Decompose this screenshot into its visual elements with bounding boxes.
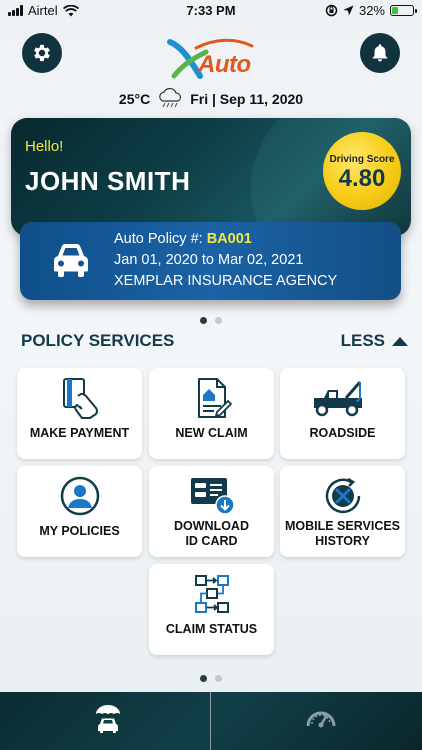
claim-status-flow-icon [194, 575, 229, 613]
my-policies-tile[interactable]: MY POLICIES [17, 466, 142, 557]
bottom-nav [0, 692, 422, 750]
temperature: 25°C [118, 91, 151, 107]
mobile-services-history-label-line1: MOBILE SERVICES [284, 519, 401, 533]
status-bar: Airtel 7:33 PM 32% [0, 0, 422, 22]
user-circle-icon [60, 476, 99, 516]
roadside-label: ROADSIDE [309, 426, 376, 440]
logo-text: Auto [198, 51, 251, 78]
pager-dot-2[interactable] [215, 317, 222, 324]
orientation-lock-icon [325, 4, 338, 17]
policy-card[interactable]: Auto Policy #: BA001 Jan 01, 2020 to Mar… [20, 222, 401, 300]
policy-number-label: Auto Policy #: [114, 231, 207, 247]
less-toggle-label: LESS [340, 331, 385, 350]
services-pager-dot-2[interactable] [215, 675, 222, 682]
policy-period: Jan 01, 2020 to Mar 02, 2021 [114, 252, 304, 268]
nav-driving-score[interactable] [296, 702, 346, 742]
payment-card-icon [62, 378, 98, 419]
umbrella-car-icon [96, 705, 120, 733]
mobile-services-history-label: MOBILE SERVICES HISTORY [280, 519, 405, 549]
policy-number-row: Auto Policy #: BA001 [114, 231, 252, 247]
driving-score-badge[interactable]: Driving Score 4.80 [323, 132, 401, 210]
battery-fill [392, 7, 399, 14]
notifications-button[interactable] [360, 33, 400, 73]
download-id-card-tile[interactable]: DOWNLOAD ID CARD [149, 466, 274, 557]
nav-divider [210, 692, 211, 750]
battery-icon [390, 5, 417, 16]
claim-document-icon [197, 378, 232, 418]
claim-status-tile[interactable]: CLAIM STATUS [149, 564, 274, 655]
download-id-card-label-line2: ID CARD [185, 534, 238, 548]
driving-score-value: 4.80 [338, 164, 386, 192]
gear-icon [34, 44, 50, 62]
download-id-card-label: DOWNLOAD ID CARD [149, 519, 274, 549]
service-history-icon [325, 477, 360, 514]
less-toggle-button[interactable]: LESS [341, 331, 408, 351]
nav-policy-home[interactable] [83, 702, 133, 742]
user-name: JOHN SMITH [25, 166, 191, 196]
id-card-download-icon [190, 478, 235, 515]
location-arrow-icon [343, 5, 354, 16]
car-icon [54, 244, 88, 277]
new-claim-tile[interactable]: NEW CLAIM [149, 368, 274, 459]
my-policies-label: MY POLICIES [39, 524, 120, 538]
caret-up-icon [392, 336, 408, 346]
carrier-name: Airtel [28, 3, 58, 18]
wifi-icon [62, 4, 79, 16]
roadside-tile[interactable]: ROADSIDE [280, 368, 405, 459]
status-left: Airtel [8, 3, 79, 18]
speedometer-icon [306, 711, 336, 728]
policy-number: BA001 [206, 231, 252, 247]
services-pager[interactable] [0, 675, 422, 682]
settings-button[interactable] [22, 33, 62, 73]
policy-agency: XEMPLAR INSURANCE AGENCY [114, 273, 338, 289]
bell-icon [372, 44, 388, 62]
mobile-services-history-label-line2: HISTORY [315, 534, 370, 548]
driving-score-label: Driving Score [329, 153, 395, 165]
tow-truck-icon [313, 381, 362, 417]
greeting-card: Hello! JOHN SMITH Driving Score 4.80 [11, 118, 411, 236]
pager-dot-1[interactable] [200, 317, 207, 324]
signal-icon [8, 5, 23, 16]
download-id-card-label-line1: DOWNLOAD [174, 519, 249, 533]
status-right: 32% [325, 3, 417, 18]
new-claim-label: NEW CLAIM [175, 426, 248, 440]
weather-row: 25°C Fri | Sep 11, 2020 [0, 88, 422, 110]
services-pager-dot-1[interactable] [200, 675, 207, 682]
mobile-services-history-tile[interactable]: MOBILE SERVICES HISTORY [280, 466, 405, 557]
rain-cloud-icon [159, 88, 182, 108]
current-date: Fri | Sep 11, 2020 [190, 91, 304, 107]
battery-percent: 32% [358, 3, 385, 18]
card-pager[interactable] [0, 317, 422, 324]
greeting-text: Hello! [25, 138, 64, 155]
app-logo: Auto [166, 36, 262, 82]
make-payment-tile[interactable]: MAKE PAYMENT [17, 368, 142, 459]
claim-status-label: CLAIM STATUS [165, 622, 258, 636]
make-payment-label: MAKE PAYMENT [29, 426, 130, 440]
section-title: POLICY SERVICES [21, 331, 175, 350]
